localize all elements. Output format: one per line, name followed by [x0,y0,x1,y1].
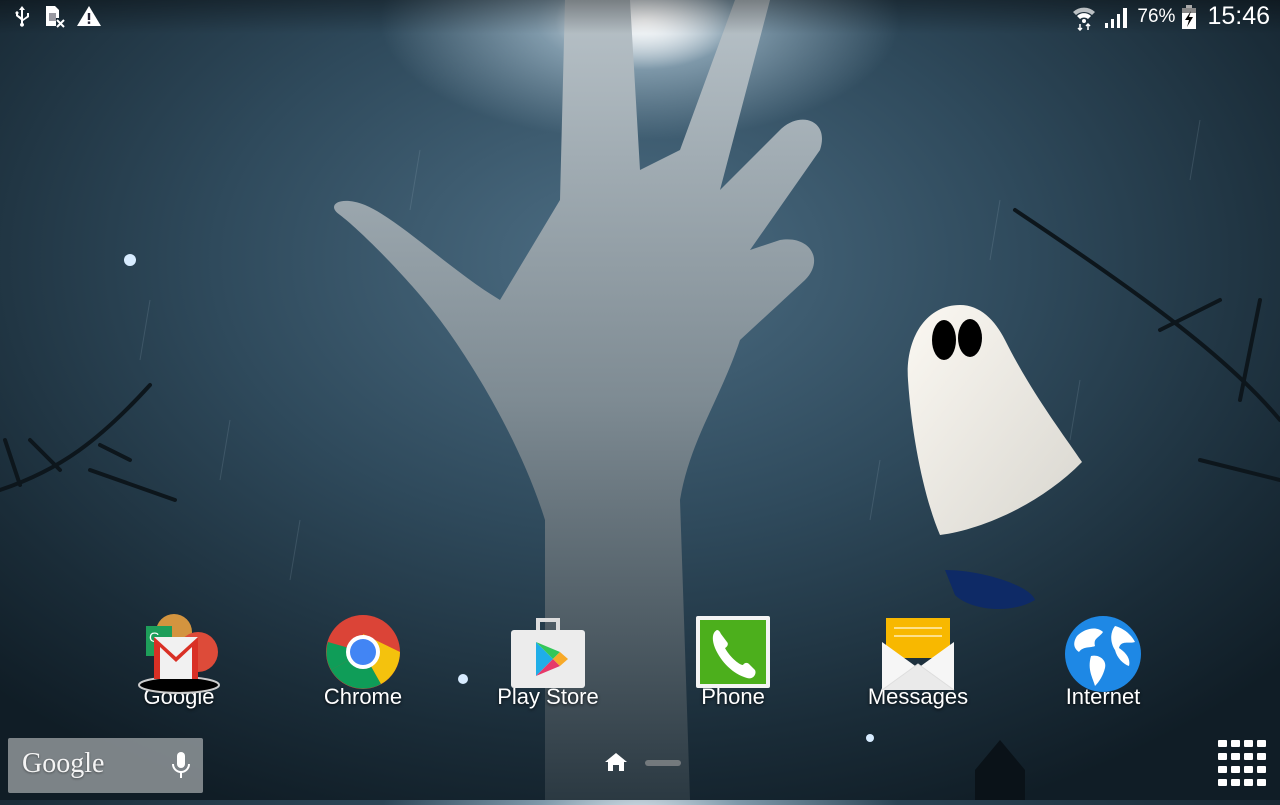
light-orb [866,734,874,742]
dock-item-google-folder[interactable]: G Google [109,612,249,710]
dock-item-play-store[interactable]: Play Store [478,612,618,710]
clock: 15:46 [1207,2,1270,30]
warning-icon [77,6,101,26]
chrome-icon [323,612,403,692]
ghost [907,305,1082,535]
dock-item-internet[interactable]: Internet [1033,612,1173,710]
microphone-icon[interactable] [171,750,191,782]
usb-icon [15,6,29,27]
home-icon[interactable] [604,752,628,772]
google-search-widget[interactable]: Google [8,738,203,793]
status-bar: 76% 15:46 [0,0,1280,34]
battery-charging-icon [1182,4,1197,29]
leaf [945,570,1035,610]
internet-globe-icon [1063,612,1143,692]
dock-item-phone[interactable]: Phone [663,612,803,710]
signal-icon [1105,7,1128,28]
dock-item-chrome[interactable]: Chrome [293,612,433,710]
apps-grid-icon[interactable] [1218,740,1270,788]
wifi-icon [1073,7,1096,31]
google-folder-icon: G [138,612,220,694]
battery-percent: 76% [1137,5,1176,27]
messages-icon [878,612,958,692]
sim-card-missing-icon [46,6,65,28]
dock-item-messages[interactable]: Messages [848,612,988,710]
page-indicator[interactable] [645,760,681,766]
tombstone [975,740,1025,800]
phone-icon [693,612,773,692]
light-orb [124,254,136,266]
play-store-icon [508,612,588,692]
light-orb [458,674,468,684]
google-logo: Google [22,748,105,779]
